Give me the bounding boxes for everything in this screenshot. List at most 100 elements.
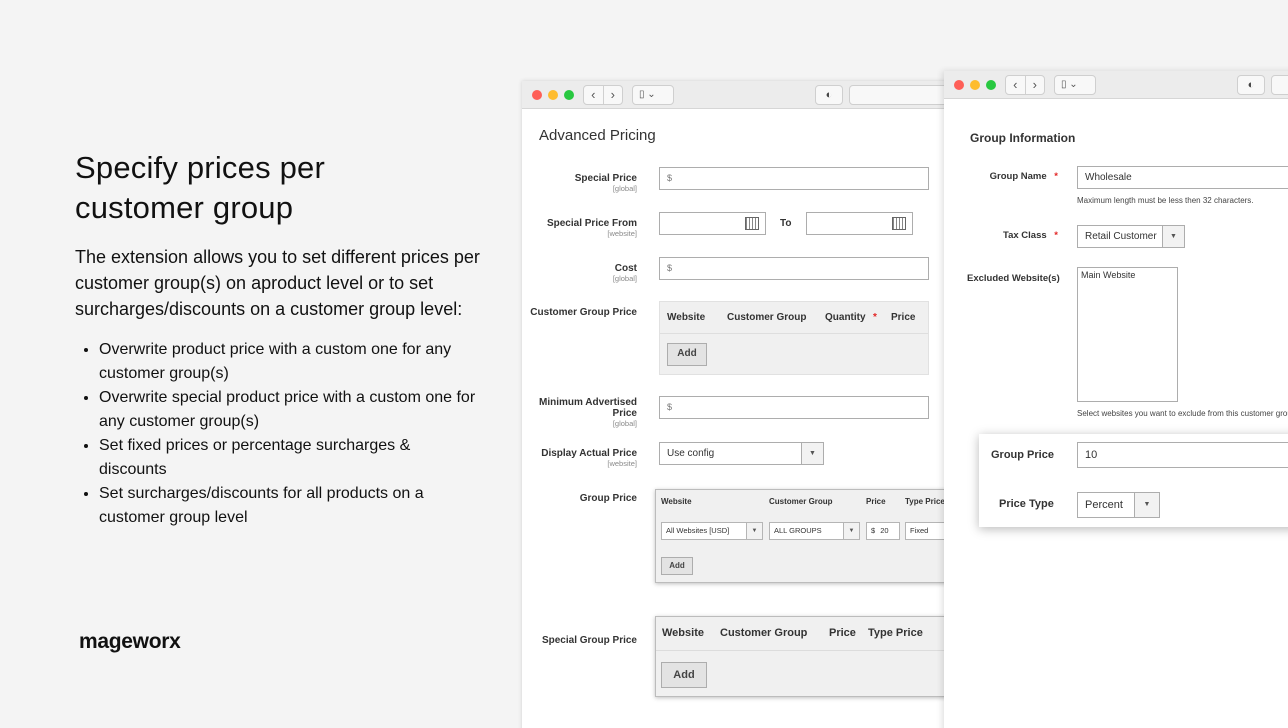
- brand-logo: mageworx: [79, 630, 181, 653]
- column-header: Type Price: [905, 497, 945, 506]
- group-price-value-input[interactable]: 10: [1077, 442, 1288, 468]
- minimize-window-button[interactable]: [970, 80, 980, 90]
- column-header: Website: [662, 627, 704, 639]
- feature-item: Overwrite product price with a custom on…: [99, 338, 479, 386]
- minimize-window-button[interactable]: [548, 90, 558, 100]
- chevron-down-icon: ▼: [843, 523, 859, 539]
- group-price-card-label: Group Price: [991, 449, 1054, 461]
- column-header: Website: [661, 497, 692, 506]
- required-mark: *: [873, 312, 877, 323]
- select-value: ALL GROUPS: [774, 526, 822, 535]
- scope-note: [global]: [612, 419, 637, 428]
- close-window-button[interactable]: [532, 90, 542, 100]
- column-header: Type Price: [868, 627, 923, 639]
- group-price-card: Group Price 10 Price Type Percent ▼: [979, 434, 1288, 527]
- currency-prefix: $: [667, 402, 673, 412]
- back-icon[interactable]: ‹: [1006, 76, 1026, 94]
- special-price-input[interactable]: $: [659, 167, 929, 190]
- calendar-icon[interactable]: [745, 217, 759, 230]
- column-header: Customer Group: [720, 627, 808, 639]
- special-price-from-label-text: Special Price From: [546, 218, 637, 229]
- required-mark: *: [1054, 230, 1058, 241]
- special-group-price-grid: Website Customer Group Price Type Price …: [655, 616, 962, 697]
- address-bar[interactable]: [1271, 75, 1288, 95]
- section-title: Group Information: [970, 131, 1076, 145]
- multiselect-option[interactable]: Main Website: [1081, 270, 1135, 280]
- close-window-button[interactable]: [954, 80, 964, 90]
- column-header: Website: [667, 312, 706, 323]
- column-header: Price: [866, 497, 886, 506]
- shield-icon[interactable]: ◐: [815, 85, 843, 105]
- window-titlebar: ‹ › ▯ ⌄ ◐: [522, 81, 962, 109]
- chevron-down-icon: ▼: [1134, 493, 1159, 517]
- display-actual-price-label: Display Actual Price [website]: [541, 448, 637, 468]
- headline: Specify prices per customer group: [75, 150, 325, 225]
- customer-group-price-grid: Website Customer Group Quantity * Price …: [659, 301, 929, 375]
- group-price-input[interactable]: $ 20: [866, 522, 900, 540]
- special-price-to-input[interactable]: [806, 212, 913, 235]
- feature-item: Overwrite special product price with a c…: [99, 386, 479, 434]
- sidebar-toggle-icon[interactable]: ▯ ⌄: [1054, 75, 1096, 95]
- cost-label-text: Cost: [614, 263, 637, 274]
- price-type-select[interactable]: Percent ▼: [1077, 492, 1160, 518]
- zoom-window-button[interactable]: [564, 90, 574, 100]
- cost-input[interactable]: $: [659, 257, 929, 280]
- feature-item: Set surcharges/discounts for all product…: [99, 482, 479, 530]
- forward-icon[interactable]: ›: [1026, 76, 1045, 94]
- calendar-icon[interactable]: [892, 217, 906, 230]
- feature-item: Set fixed prices or percentage surcharge…: [99, 434, 479, 482]
- column-header: Price: [829, 627, 856, 639]
- forward-icon[interactable]: ›: [604, 86, 623, 104]
- map-label: Minimum Advertised Price [global]: [527, 397, 637, 428]
- chevron-down-icon: ▼: [1162, 226, 1184, 247]
- column-header: Quantity: [825, 312, 866, 323]
- sidebar-toggle-icon[interactable]: ▯ ⌄: [632, 85, 674, 105]
- advanced-pricing-window: ‹ › ▯ ⌄ ◐ Advanced Pricing Special Price…: [522, 81, 962, 728]
- special-price-from-label: Special Price From [website]: [547, 218, 637, 238]
- website-select[interactable]: All Websites [USD] ▼: [661, 522, 763, 540]
- scope-note: [global]: [612, 274, 637, 283]
- price-value: 20: [880, 526, 889, 535]
- display-actual-price-select[interactable]: Use config ▼: [659, 442, 824, 465]
- map-input[interactable]: $: [659, 396, 929, 419]
- map-label-text: Minimum Advertised Price: [539, 397, 637, 419]
- special-price-from-input[interactable]: [659, 212, 766, 235]
- required-mark: *: [1054, 171, 1058, 182]
- page-title: Advanced Pricing: [539, 127, 656, 144]
- group-name-input[interactable]: Wholesale: [1077, 166, 1288, 189]
- history-nav: ‹ ›: [1005, 75, 1045, 95]
- group-price-grid: Website Customer Group Price Type Price …: [655, 489, 962, 583]
- select-value: Percent: [1085, 499, 1123, 511]
- select-value: Use config: [667, 448, 715, 459]
- select-value: Fixed: [910, 526, 929, 535]
- add-special-group-price-button[interactable]: Add: [661, 662, 707, 688]
- special-price-label-text: Special Price: [574, 173, 637, 184]
- history-nav: ‹ ›: [583, 85, 623, 105]
- shield-icon[interactable]: ◐: [1237, 75, 1265, 95]
- tax-class-label-text: Tax Class: [1003, 230, 1047, 241]
- select-value: All Websites [USD]: [666, 526, 730, 535]
- tax-class-select[interactable]: Retail Customer ▼: [1077, 225, 1185, 248]
- zoom-window-button[interactable]: [986, 80, 996, 90]
- add-group-price-button[interactable]: Add: [661, 557, 693, 575]
- group-name-note: Maximum length must be less then 32 char…: [1077, 196, 1254, 205]
- excluded-websites-label: Excluded Website(s): [967, 273, 1060, 284]
- column-header: Customer Group: [727, 312, 807, 323]
- intro-text: The extension allows you to set differen…: [75, 247, 480, 319]
- customer-group-price-label: Customer Group Price: [530, 307, 637, 318]
- column-header: Price: [891, 312, 916, 323]
- scope-note: [website]: [607, 459, 637, 468]
- excluded-websites-multiselect[interactable]: Main Website: [1077, 267, 1178, 402]
- scope-note: [global]: [612, 184, 637, 193]
- feature-list: Overwrite product price with a custom on…: [99, 338, 479, 530]
- customer-group-select[interactable]: ALL GROUPS ▼: [769, 522, 860, 540]
- tax-class-label: Tax Class *: [1003, 230, 1058, 241]
- select-value: Retail Customer: [1085, 231, 1157, 242]
- chevron-down-icon: ▼: [801, 443, 823, 464]
- column-header: Customer Group: [769, 497, 833, 506]
- add-customer-group-price-button[interactable]: Add: [667, 343, 707, 366]
- currency-prefix: $: [871, 526, 876, 535]
- back-icon[interactable]: ‹: [584, 86, 604, 104]
- to-label: To: [780, 218, 792, 229]
- special-group-price-label: Special Group Price: [541, 635, 637, 646]
